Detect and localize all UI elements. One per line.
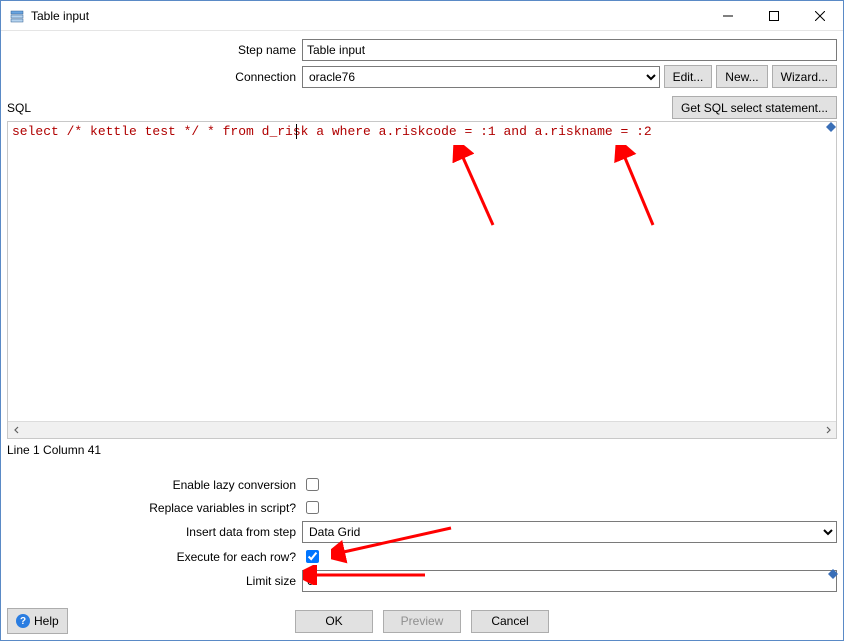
sql-label: SQL xyxy=(7,101,31,115)
cancel-button[interactable]: Cancel xyxy=(471,610,549,633)
lazy-checkbox[interactable] xyxy=(306,478,319,491)
footer-center-buttons: OK Preview Cancel xyxy=(7,610,837,633)
row-each-row: Execute for each row? xyxy=(7,547,837,566)
horizontal-scrollbar[interactable] xyxy=(8,421,836,438)
window-title: Table input xyxy=(31,9,89,23)
new-button[interactable]: New... xyxy=(716,65,767,88)
edit-button[interactable]: Edit... xyxy=(664,65,713,88)
connection-select[interactable]: oracle76 xyxy=(302,66,660,88)
maximize-button[interactable] xyxy=(751,1,797,31)
step-name-label: Step name xyxy=(7,43,302,57)
sql-code-content: select /* kettle test */ * from d_risk a… xyxy=(12,124,652,139)
scroll-right-icon[interactable] xyxy=(819,422,836,439)
sql-code-text[interactable]: select /* kettle test */ * from d_risk a… xyxy=(8,122,836,421)
footer: ? Help OK Preview Cancel xyxy=(7,608,837,634)
preview-button[interactable]: Preview xyxy=(383,610,461,633)
insert-step-select[interactable]: Data Grid xyxy=(302,521,837,543)
limit-input[interactable] xyxy=(302,570,837,592)
close-button[interactable] xyxy=(797,1,843,31)
insert-step-label: Insert data from step xyxy=(7,525,302,539)
row-insert-step: Insert data from step Data Grid xyxy=(7,521,837,543)
limit-label: Limit size xyxy=(7,574,302,588)
connection-label: Connection xyxy=(7,70,302,84)
row-sql-header: SQL Get SQL select statement... xyxy=(7,96,837,119)
each-row-label: Execute for each row? xyxy=(7,550,302,564)
dialog-body: Step name Connection oracle76 Edit... Ne… xyxy=(1,31,843,640)
replace-checkbox[interactable] xyxy=(306,501,319,514)
lazy-label: Enable lazy conversion xyxy=(7,478,302,492)
get-sql-button[interactable]: Get SQL select statement... xyxy=(672,96,837,119)
titlebar: Table input xyxy=(1,1,843,31)
wizard-button[interactable]: Wizard... xyxy=(772,65,837,88)
options-area: Enable lazy conversion Replace variables… xyxy=(7,471,837,592)
row-lazy: Enable lazy conversion xyxy=(7,475,837,494)
row-replace: Replace variables in script? xyxy=(7,498,837,517)
editor-status: Line 1 Column 41 xyxy=(7,443,837,457)
app-icon xyxy=(9,8,25,24)
replace-label: Replace variables in script? xyxy=(7,501,302,515)
scroll-left-icon[interactable] xyxy=(8,422,25,439)
sql-editor[interactable]: select /* kettle test */ * from d_risk a… xyxy=(7,121,837,439)
row-limit: Limit size xyxy=(7,570,837,592)
minimize-button[interactable] xyxy=(705,1,751,31)
row-step-name: Step name xyxy=(7,39,837,61)
each-row-checkbox[interactable] xyxy=(306,550,319,563)
text-caret xyxy=(296,124,297,139)
ok-button[interactable]: OK xyxy=(295,610,373,633)
dialog-window: Table input Step name Connection oracle7… xyxy=(0,0,844,641)
step-name-input[interactable] xyxy=(302,39,837,61)
row-connection: Connection oracle76 Edit... New... Wizar… xyxy=(7,65,837,88)
variable-diamond-icon xyxy=(826,122,836,132)
